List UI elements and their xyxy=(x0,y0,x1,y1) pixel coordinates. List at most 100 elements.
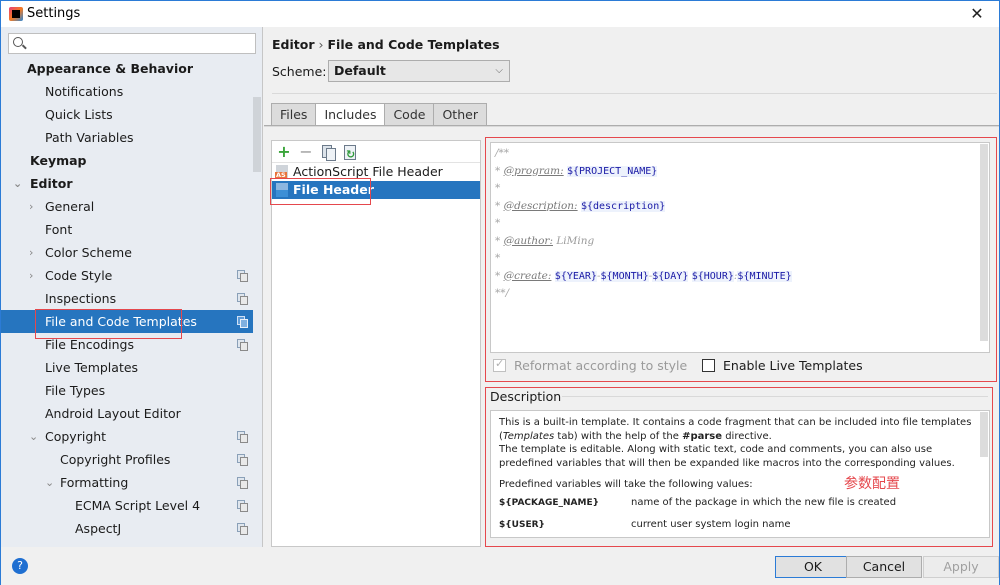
template-tabs: Files Includes Code Other xyxy=(271,103,487,126)
code-line: * @create: ${YEAR}-${MONTH}-${DAY} ${HOU… xyxy=(495,268,792,286)
window-title: Settings xyxy=(27,6,81,21)
sidebar-scrollbar[interactable] xyxy=(253,97,261,172)
description-divider xyxy=(562,396,988,397)
sidebar-item[interactable]: Copyright Profiles xyxy=(1,448,253,471)
sidebar-item-label: Formatting xyxy=(60,475,129,490)
ok-button[interactable]: OK xyxy=(775,556,851,578)
help-icon[interactable]: ? xyxy=(12,558,28,574)
project-scope-icon xyxy=(237,477,248,489)
live-templates-label: Enable Live Templates xyxy=(723,358,863,373)
breadcrumb-parent[interactable]: Editor xyxy=(272,37,315,52)
sidebar-item[interactable]: › General xyxy=(1,195,253,218)
sidebar-item[interactable]: AspectJ xyxy=(1,517,253,540)
sidebar-item[interactable]: Inspections xyxy=(1,287,253,310)
sidebar-item[interactable]: Android Layout Editor xyxy=(1,402,253,425)
apply-button[interactable]: Apply xyxy=(923,556,999,578)
template-list-item[interactable]: ActionScript File Header xyxy=(272,163,480,181)
breadcrumb-separator: › xyxy=(318,37,324,52)
sidebar-item-label: File Encodings xyxy=(45,337,135,352)
description-title: Description xyxy=(490,389,562,404)
code-line: * @author: LiMing xyxy=(495,233,792,251)
cancel-button[interactable]: Cancel xyxy=(846,556,922,578)
sidebar-item[interactable]: ECMA Script Level 4 xyxy=(1,494,253,517)
template-variable: ${DAY} xyxy=(652,270,689,282)
code-line: **/ xyxy=(495,285,792,303)
template-variable: ${description} xyxy=(580,200,666,212)
sidebar-item[interactable]: Keymap xyxy=(1,149,253,172)
code-line: * xyxy=(495,180,792,198)
code-token: * xyxy=(495,234,504,247)
editor-scrollbar[interactable] xyxy=(980,144,988,341)
sidebar-item[interactable]: Live Templates xyxy=(1,356,253,379)
chevron-down-icon[interactable]: ⌄ xyxy=(45,471,54,494)
sidebar-item-label: Android Layout Editor xyxy=(45,406,181,421)
tab-other[interactable]: Other xyxy=(434,103,487,126)
chevron-down-icon: ⌵ xyxy=(495,65,503,76)
template-list-panel: + − ActionScript File Header File Header xyxy=(271,140,481,547)
template-editor[interactable]: /** * @program: ${PROJECT_NAME} * * @descri… xyxy=(490,142,990,353)
sidebar-item[interactable]: ⌄ Editor xyxy=(1,172,253,195)
sidebar-item[interactable]: Font xyxy=(1,218,253,241)
description-scrollbar[interactable] xyxy=(980,412,988,457)
live-templates-checkbox-row: Enable Live Templates xyxy=(702,358,863,373)
sidebar-item[interactable]: › Code Style xyxy=(1,264,253,287)
sidebar-item-label: Path Variables xyxy=(45,130,134,145)
variable-description: current user system login name xyxy=(631,518,791,530)
reformat-checkbox[interactable] xyxy=(493,357,506,372)
add-icon[interactable]: + xyxy=(275,143,293,161)
variable-name: ${PACKAGE_NAME} xyxy=(499,497,599,508)
code-token: * xyxy=(495,269,504,282)
tab-code[interactable]: Code xyxy=(385,103,435,126)
chevron-down-icon[interactable]: ⌄ xyxy=(29,425,38,448)
scheme-dropdown[interactable]: Default ⌵ xyxy=(328,60,510,82)
breadcrumb-current: File and Code Templates xyxy=(327,37,500,52)
sidebar-item[interactable]: File Encodings xyxy=(1,333,253,356)
settings-sidebar: Appearance & Behavior Notifications Quick … xyxy=(1,27,263,547)
sidebar-item[interactable]: ⌄ Formatting xyxy=(1,471,253,494)
code-line: * xyxy=(495,215,792,233)
sidebar-item[interactable]: Quick Lists xyxy=(1,103,253,126)
settings-search-input[interactable] xyxy=(8,33,256,54)
sidebar-item-label: Inspections xyxy=(45,291,117,306)
copy-icon[interactable] xyxy=(319,143,337,161)
sidebar-item[interactable]: Path Variables xyxy=(1,126,253,149)
title-bar: Settings ✕ xyxy=(1,1,999,27)
sidebar-item-label: File and Code Templates xyxy=(45,314,197,329)
tab-files[interactable]: Files xyxy=(271,103,317,126)
project-scope-icon xyxy=(237,523,248,535)
sidebar-item[interactable]: Notifications xyxy=(1,80,253,103)
dialog-footer: ? OK Cancel Apply xyxy=(1,547,999,585)
chevron-right-icon[interactable]: › xyxy=(29,195,33,218)
project-scope-icon xyxy=(237,500,248,512)
sidebar-item-label: Appearance & Behavior xyxy=(27,61,193,76)
description-text: (Templates tab) with the help of the #pa… xyxy=(499,430,981,444)
sidebar-item-label: Keymap xyxy=(30,153,87,168)
sidebar-item-label: Copyright Profiles xyxy=(60,452,171,467)
remove-icon[interactable]: − xyxy=(297,143,315,161)
tab-includes[interactable]: Includes xyxy=(316,103,386,126)
close-button[interactable]: ✕ xyxy=(967,4,987,24)
parse-directive: #parse xyxy=(682,430,723,442)
variable-table: ${PACKAGE_NAME} name of the package in wh… xyxy=(499,492,981,536)
divider xyxy=(272,93,997,94)
template-list-item[interactable]: File Header xyxy=(272,181,480,199)
chevron-down-icon[interactable]: ⌄ xyxy=(13,172,22,195)
live-templates-checkbox[interactable] xyxy=(702,359,715,372)
text: directive. xyxy=(722,430,772,442)
doc-tag: @program: xyxy=(503,164,564,177)
reset-icon[interactable] xyxy=(341,143,359,164)
sidebar-item[interactable]: Appearance & Behavior xyxy=(1,57,253,80)
template-variable: ${MINUTE} xyxy=(737,270,792,282)
sidebar-item[interactable]: File Types xyxy=(1,379,253,402)
sidebar-item[interactable]: › Color Scheme xyxy=(1,241,253,264)
chevron-right-icon[interactable]: › xyxy=(29,264,33,287)
text: tab) with the help of the xyxy=(554,430,683,442)
chevron-right-icon[interactable]: › xyxy=(29,241,33,264)
actionscript-file-icon xyxy=(275,165,288,179)
settings-window: Settings ✕ Appearance & Behavior Notifica… xyxy=(0,0,1000,585)
doc-tag: @author: xyxy=(503,234,553,247)
annotation-label: 参数配置 xyxy=(844,476,900,492)
sidebar-item[interactable]: ⌄ Copyright xyxy=(1,425,253,448)
description-panel: This is a built-in template. It contains… xyxy=(490,410,990,538)
sidebar-item[interactable]: File and Code Templates xyxy=(1,310,253,333)
